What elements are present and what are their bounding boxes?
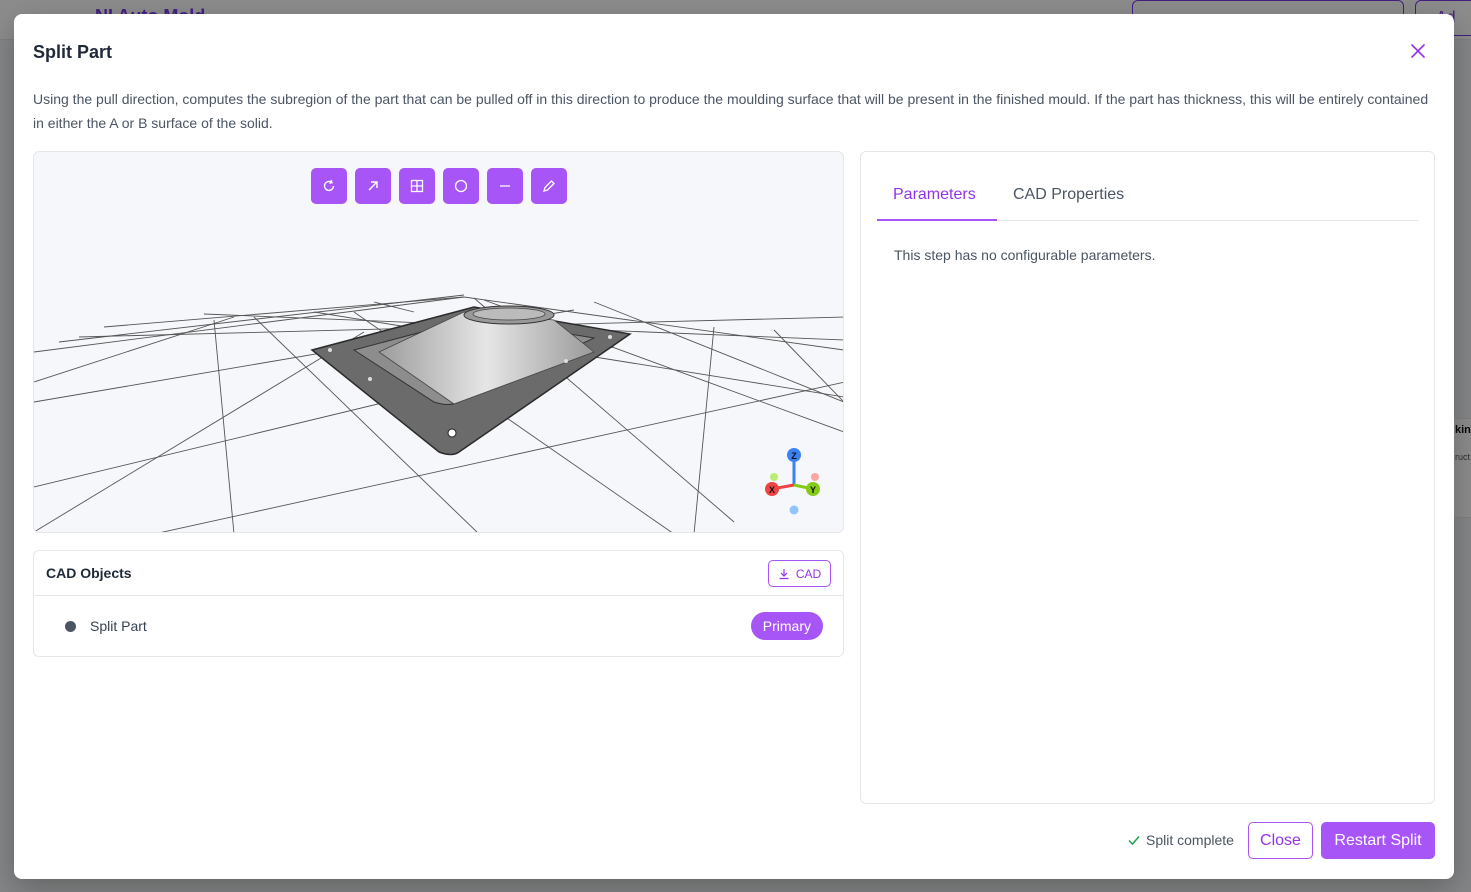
split-part-dialog: Split Part Using the pull direction, com…	[14, 14, 1454, 879]
empty-parameters-text: This step has no configurable parameters…	[894, 247, 1156, 263]
restart-split-button[interactable]: Restart Split	[1321, 822, 1435, 859]
cad-object-label: Split Part	[90, 618, 147, 634]
primary-badge: Primary	[750, 612, 823, 640]
cad-objects-header: CAD Objects CAD	[34, 551, 843, 596]
circle-icon[interactable]	[443, 168, 479, 204]
axes-gizmo[interactable]: Z X Y	[765, 448, 820, 515]
rotate-icon[interactable]	[311, 168, 347, 204]
pencil-icon[interactable]	[531, 168, 567, 204]
status-dot	[65, 621, 76, 632]
check-icon	[1128, 836, 1140, 846]
tab-cad-properties[interactable]: CAD Properties	[1013, 186, 1124, 204]
cad-objects-panel: CAD Objects CAD Split Part Primary	[33, 550, 844, 657]
viewer-scene[interactable]: Z X Y	[34, 152, 844, 533]
status-text: Split complete	[1146, 832, 1234, 848]
close-icon[interactable]	[1407, 40, 1429, 62]
dialog-title: Split Part	[33, 42, 113, 62]
download-icon	[779, 568, 789, 579]
minus-icon[interactable]	[487, 168, 523, 204]
axis-x-label: X	[769, 485, 775, 495]
arrow-up-right-icon[interactable]	[355, 168, 391, 204]
cad-objects-title: CAD Objects	[46, 565, 132, 581]
dialog-description: Using the pull direction, computes the s…	[33, 91, 1429, 131]
viewer-toolbar	[311, 168, 567, 204]
cad-viewer[interactable]: Z X Y	[33, 151, 844, 533]
download-cad-button[interactable]: CAD	[768, 560, 831, 587]
split-status: Split complete	[1127, 832, 1234, 848]
axis-z-label: Z	[791, 451, 797, 461]
panel-tabs: Parameters CAD Properties	[877, 174, 1418, 221]
download-cad-label: CAD	[795, 566, 822, 581]
properties-panel: Parameters CAD Properties This step has …	[860, 151, 1435, 804]
tab-parameters[interactable]: Parameters	[893, 186, 976, 204]
axis-y-label: Y	[810, 485, 816, 495]
close-button[interactable]: Close	[1248, 822, 1313, 859]
active-tab-indicator	[877, 219, 997, 221]
grid-icon[interactable]	[399, 168, 435, 204]
list-item[interactable]: Split Part Primary	[34, 596, 843, 656]
